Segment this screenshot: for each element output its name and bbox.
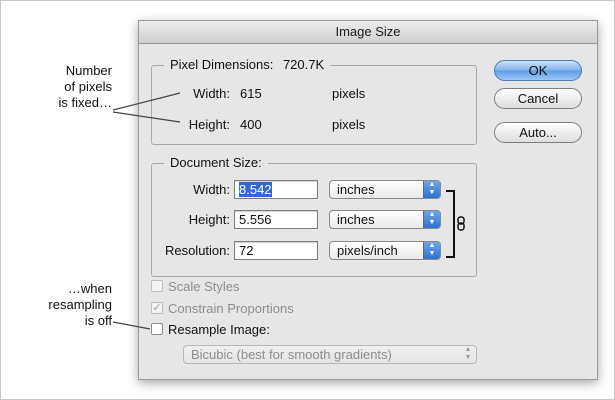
pointer-line-resample — [112, 321, 151, 330]
pointer-line-width — [112, 92, 181, 111]
pointer-line-height — [112, 111, 181, 123]
annotation-pointer-lines — [112, 92, 181, 330]
